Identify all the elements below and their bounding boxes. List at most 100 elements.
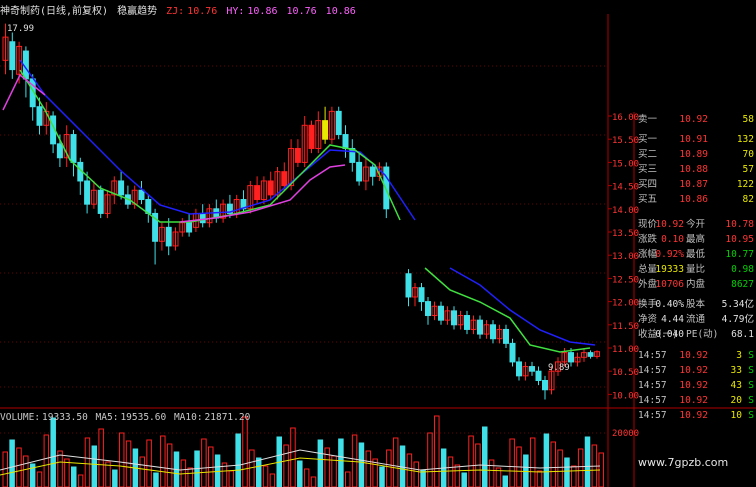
stats-row: 涨跌 0.10 最高 10.95 [636, 232, 756, 247]
order-book-qty: 82 [742, 194, 754, 205]
candle-body [9, 41, 16, 71]
stats-row: 外盘 10706 内盘 8627 [636, 277, 756, 292]
tick-row: 14:57 10.92 10 S [636, 408, 756, 423]
candle-body [322, 120, 329, 140]
volume-bar [50, 417, 56, 487]
stat-value: 19333 [655, 264, 684, 275]
candle-body [186, 222, 193, 233]
volume-bar [262, 465, 269, 487]
volume-bar [509, 438, 515, 487]
candle-body [568, 352, 574, 363]
volume-bar [427, 432, 433, 487]
tick-price: 10.92 [679, 395, 708, 406]
tick-time: 14:57 [638, 395, 667, 406]
stat-value: 10706 [655, 279, 684, 290]
stat-label: 内盘 [686, 279, 706, 290]
tick-side: S [748, 395, 754, 406]
stat-value: 10.95 [725, 234, 754, 245]
tick-time: 14:57 [638, 380, 667, 391]
volume-bar [557, 449, 563, 487]
volume-label: VOLUME: [0, 412, 41, 423]
candle-body [138, 189, 145, 201]
candle-body [356, 161, 363, 182]
order-book-qty: 122 [736, 179, 754, 190]
tick-row: 14:57 10.92 33 S [636, 363, 756, 378]
stat-value: 0.92% [655, 249, 684, 260]
volume-value: 19333.50 [42, 412, 88, 423]
volume-bar [201, 438, 207, 487]
volume-bar [166, 443, 173, 487]
stat-label: 最低 [686, 249, 706, 260]
tick-price: 10.92 [679, 410, 708, 421]
volume-bar [454, 464, 461, 487]
zj-value: 10.76 [187, 6, 218, 17]
tick-row: 14:57 10.92 43 S [636, 378, 756, 393]
hy-value: 10.86 [247, 6, 278, 17]
candle-body [84, 180, 91, 205]
stock-name[interactable]: 神奇制药(日线,前复权) [0, 6, 108, 17]
tick-volume: 10 [730, 410, 742, 421]
watermark: www.7gpzb.com [638, 456, 729, 469]
candlesticks [2, 23, 600, 400]
high-price-marker: 17.99 [7, 24, 34, 34]
candle-body [587, 352, 594, 357]
stat-value: 0.40% [655, 299, 684, 310]
tick-volume: 3 [736, 350, 742, 361]
candle-body [281, 171, 288, 187]
order-book-row[interactable]: 买二 10.89 70 [636, 147, 756, 162]
order-book-row[interactable]: 买五 10.86 82 [636, 192, 756, 207]
volume-bar [57, 450, 63, 487]
candle-body [405, 273, 412, 298]
value-3: 10.76 [286, 6, 317, 17]
stat-value: 4.79亿 [721, 314, 754, 325]
volume-bar [447, 456, 454, 487]
tick-side: S [748, 380, 754, 391]
candle-body [438, 305, 444, 321]
volume-indicator-bar: VOLUME: 19333.50 MA5: 19535.60 MA10: 21871.… [0, 412, 252, 424]
volume-bar [118, 432, 125, 487]
indicator-name[interactable]: 稳赢趋势 [117, 6, 157, 17]
stat-label: 最高 [686, 234, 706, 245]
stats-row: 涨幅 0.92% 最低 10.77 [636, 247, 756, 262]
indicator-title-bar: 神奇制药(日线,前复权) 稳赢趋势 ZJ: 10.76 HY: 10.86 10.7… [0, 2, 359, 17]
volume-bar [584, 436, 591, 487]
volume-bar [392, 437, 399, 487]
candle-body [529, 366, 535, 372]
candle-body [451, 310, 457, 326]
volume-bar [125, 440, 132, 487]
order-book-row[interactable]: 买四 10.87 122 [636, 177, 756, 192]
stat-value: 68.1 [731, 329, 754, 340]
candle-body [342, 134, 349, 149]
tick-side: S [748, 350, 754, 361]
volume-bar [502, 475, 509, 487]
candle-body [254, 185, 261, 201]
volume-bar [550, 441, 556, 487]
candle-body [199, 212, 206, 224]
volume-bar [303, 468, 310, 487]
volume-bar [379, 466, 385, 487]
order-book-row[interactable]: 买三 10.88 57 [636, 162, 756, 177]
volume-bar [71, 466, 77, 487]
volume-bars [0, 415, 604, 487]
order-book-qty: 70 [742, 149, 754, 160]
order-book-row[interactable]: 卖一 10.92 58 [636, 112, 756, 127]
order-book-row[interactable]: 买一 10.91 132 [636, 132, 756, 147]
ma-line-blue [449, 267, 596, 346]
candle-body [464, 315, 470, 330]
volume-bar [290, 427, 296, 487]
volume-bar [64, 458, 70, 487]
volume-axis-label: 20000 [612, 429, 639, 439]
order-book-price: 10.86 [679, 194, 708, 205]
tick-volume: 33 [730, 365, 742, 376]
stats-row: 现价 10.92 今开 10.78 [636, 217, 756, 232]
stats-row: 总量 19333 量比 0.98 [636, 262, 756, 277]
order-book-label: 买一 [638, 134, 658, 145]
stat-label: 总量 [638, 264, 658, 275]
order-book-qty: 58 [742, 114, 754, 125]
stat-label: 现价 [638, 219, 658, 230]
volume-bar [310, 476, 317, 487]
volume-bar [160, 435, 166, 487]
volume-bar [98, 428, 104, 487]
candle-body [118, 180, 125, 196]
order-book-price: 10.87 [679, 179, 708, 190]
